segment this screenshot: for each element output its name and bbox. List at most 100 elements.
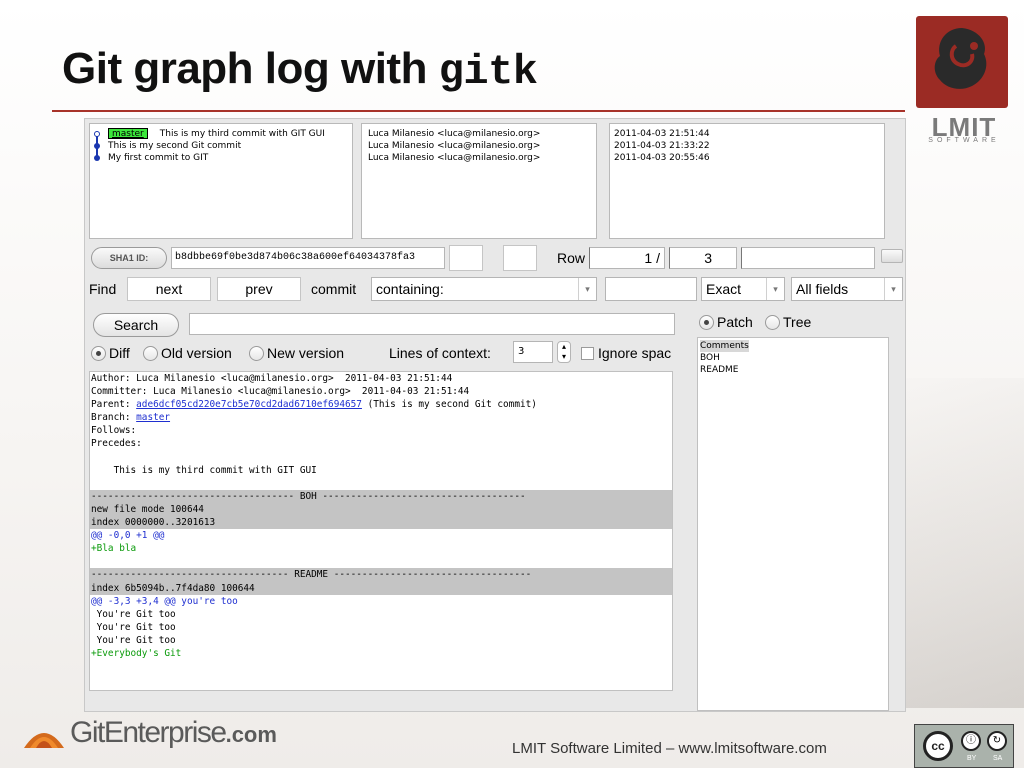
find-commit-label: commit: [311, 281, 357, 297]
tree-radio[interactable]: Tree: [765, 314, 811, 330]
find-type-dropdown[interactable]: containing: ▾: [371, 277, 597, 301]
diff-line: Precedes:: [91, 438, 142, 450]
diff-hunk-header: @@ -3,3 +3,4 @@ you're too: [91, 595, 238, 607]
commit-node-icon: [94, 143, 100, 149]
lines-of-context-input[interactable]: 3: [513, 341, 553, 363]
title-text: Git graph log with: [62, 44, 439, 93]
parent-commit-link[interactable]: ade6dcf05cd220e7cb5e70cd2dad6710ef694657: [136, 399, 362, 410]
author-cell: Luca Milanesio <luca@milanesio.org>: [368, 129, 541, 139]
radio-icon: [143, 346, 158, 361]
old-version-radio[interactable]: Old version: [143, 345, 232, 361]
file-list-item[interactable]: Comments: [700, 340, 886, 352]
creative-commons-badge-icon: cc ⓘ ↻ BY SA: [914, 724, 1014, 768]
diff-line: This is my third commit with GIT GUI: [91, 464, 317, 476]
gitenterprise-brand: GitEnterprise.com: [70, 716, 277, 749]
slide-title: Git graph log with gitk: [62, 44, 538, 96]
commit-row[interactable]: master This is my third commit with GIT G…: [90, 128, 352, 140]
head-commit-node-icon: [94, 131, 100, 137]
diff-file-header: new file mode 100644: [90, 502, 672, 517]
diff-context-line: You're Git too: [91, 608, 176, 620]
commit-row[interactable]: My first commit to GIT: [90, 152, 352, 164]
diff-file-header: ------------------------------------ BOH…: [90, 489, 672, 503]
author-cell: Luca Milanesio <luca@milanesio.org>: [368, 153, 541, 163]
share-alike-icon: ↻: [987, 731, 1007, 751]
find-exact-dropdown[interactable]: Exact ▾: [701, 277, 785, 301]
file-list-item[interactable]: BOH: [700, 352, 886, 364]
back-button[interactable]: [449, 245, 483, 271]
search-input[interactable]: [189, 313, 675, 335]
commit-message: This is my second Git commit: [108, 141, 242, 151]
cc-icon: cc: [923, 731, 953, 761]
diff-line: Author: Luca Milanesio <luca@milanesio.o…: [91, 373, 453, 384]
radio-selected-icon: [699, 315, 714, 330]
footer-text: LMIT Software Limited – www.lmitsoftware…: [512, 740, 827, 757]
diff-hunk-header: @@ -0,0 +1 @@: [91, 530, 165, 542]
chevron-down-icon: ▾: [766, 278, 784, 300]
cc-by-label: BY: [967, 755, 977, 762]
sha1-id-field[interactable]: b8dbbe69f0be3d874b06c38a600ef64034378fa3: [171, 247, 445, 269]
file-list-item[interactable]: README: [700, 364, 886, 376]
cc-sa-label: SA: [993, 755, 1003, 762]
lines-of-context-label: Lines of context:: [389, 345, 491, 361]
lines-of-context-stepper[interactable]: ▴ ▾: [557, 341, 571, 363]
diff-radio[interactable]: Diff: [91, 345, 130, 361]
find-fields-dropdown[interactable]: All fields ▾: [791, 277, 903, 301]
row-current-field: 1 /: [589, 247, 665, 269]
diff-line: Follows:: [91, 425, 137, 437]
new-version-radio[interactable]: New version: [249, 345, 344, 361]
diff-context-line: You're Git too: [91, 634, 176, 646]
checkbox-icon: [581, 347, 594, 360]
date-cell: 2011-04-03 21:33:22: [614, 141, 710, 151]
file-list-pane[interactable]: Comments BOH README: [697, 337, 889, 711]
diff-line: Branch: master: [91, 412, 171, 424]
date-pane[interactable]: 2011-04-03 21:51:44 2011-04-03 21:33:22 …: [609, 123, 885, 239]
chevron-down-icon: ▾: [578, 278, 596, 300]
commit-row[interactable]: This is my second Git commit: [90, 140, 352, 152]
find-text-input[interactable]: [605, 277, 697, 301]
gitk-window: master This is my third commit with GIT G…: [84, 118, 906, 712]
title-code: gitk: [438, 48, 538, 96]
lmit-logo-icon: [916, 16, 1008, 108]
diff-context-line: You're Git too: [91, 621, 176, 633]
diff-pane[interactable]: Author: Luca Milanesio <luca@milanesio.o…: [89, 371, 673, 691]
branch-link[interactable]: master: [136, 412, 170, 423]
find-prev-button[interactable]: prev: [217, 277, 301, 301]
commit-graph-pane[interactable]: master This is my third commit with GIT G…: [89, 123, 353, 239]
date-cell: 2011-04-03 20:55:46: [614, 153, 710, 163]
diff-line: Committer: Luca Milanesio <luca@milanesi…: [91, 386, 470, 398]
progress-field: [741, 247, 875, 269]
search-button[interactable]: Search: [93, 313, 179, 337]
commit-message: My first commit to GIT: [108, 153, 209, 163]
diff-line: [90, 477, 672, 490]
author-pane[interactable]: Luca Milanesio <luca@milanesio.org> Luca…: [361, 123, 597, 239]
lmit-logo-subtext: SOFTWARE: [928, 137, 1000, 144]
diff-line: [90, 555, 672, 568]
row-total-field: 3: [669, 247, 737, 269]
find-next-button[interactable]: next: [127, 277, 211, 301]
sha1-id-button[interactable]: SHA1 ID:: [91, 247, 167, 269]
radio-selected-icon: [91, 346, 106, 361]
resize-handle[interactable]: [881, 249, 903, 263]
find-label: Find: [89, 281, 117, 297]
forward-button[interactable]: [503, 245, 537, 271]
gitenterprise-logo-icon: [20, 716, 68, 752]
title-rule: [52, 110, 905, 112]
diff-file-header: index 6b5094b..7f4da80 100644: [90, 581, 672, 595]
author-cell: Luca Milanesio <luca@milanesio.org>: [368, 141, 541, 151]
diff-line: [90, 451, 672, 464]
radio-icon: [765, 315, 780, 330]
attribution-icon: ⓘ: [961, 731, 981, 751]
branch-tag[interactable]: master: [108, 128, 148, 139]
patch-radio[interactable]: Patch: [699, 314, 753, 330]
diff-file-header: index 0000000..3201613: [90, 516, 672, 530]
commit-node-icon: [94, 155, 100, 161]
diff-added-line: +Bla bla: [91, 543, 137, 555]
diff-added-line: +Everybody's Git: [91, 647, 182, 659]
diff-line: Parent: ade6dcf05cd220e7cb5e70cd2dad6710…: [91, 399, 537, 411]
ignore-space-checkbox[interactable]: Ignore spac: [581, 345, 671, 361]
diff-file-header: ----------------------------------- READ…: [90, 568, 672, 582]
row-label: Row: [557, 250, 586, 266]
radio-icon: [249, 346, 264, 361]
commit-message: This is my third commit with GIT GUI: [159, 129, 325, 139]
chevron-down-icon: ▾: [884, 278, 902, 300]
